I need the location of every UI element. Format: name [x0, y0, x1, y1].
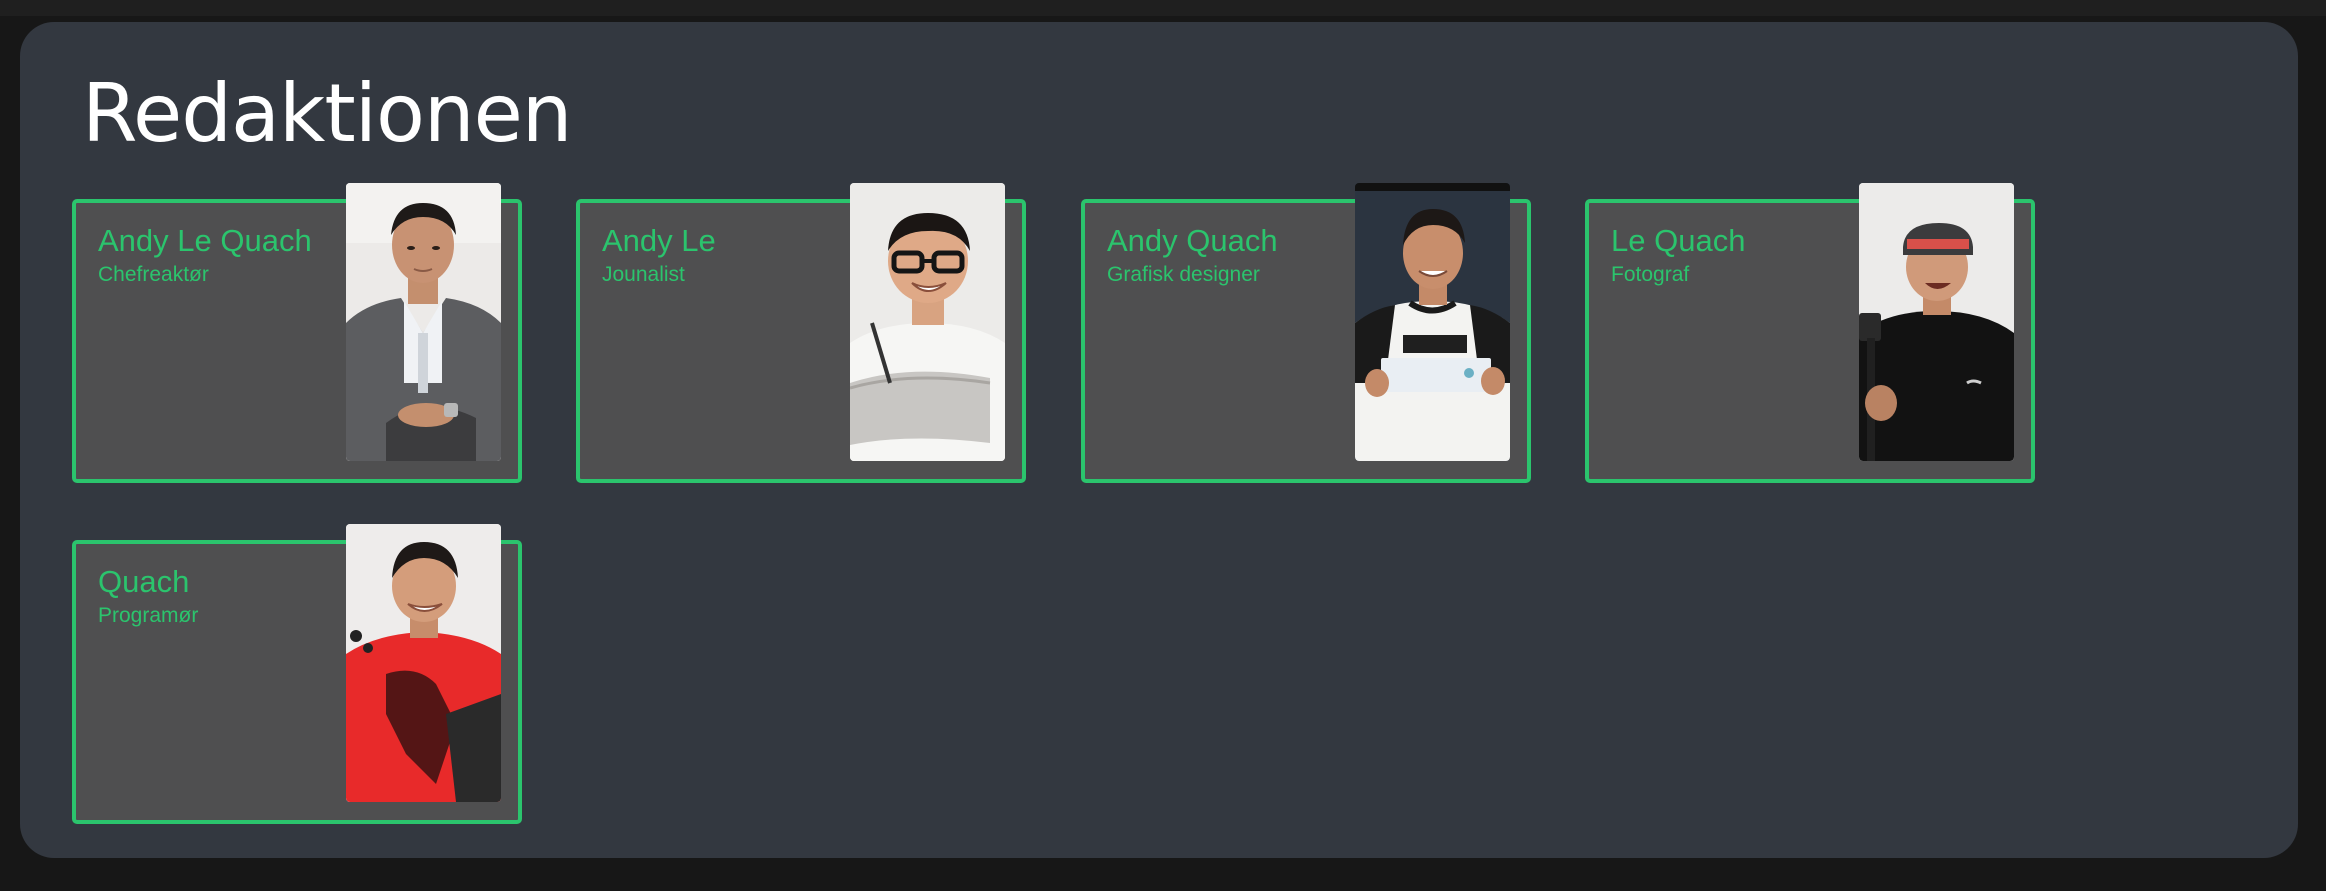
member-role: Fotograf	[1611, 263, 1690, 286]
team-card[interactable]: Le Quach Fotograf	[1585, 183, 2035, 483]
member-role: Jounalist	[602, 263, 685, 286]
member-name: Andy Le	[602, 223, 716, 258]
team-card[interactable]: Andy Quach Grafisk designer	[1081, 183, 1531, 483]
team-grid: Andy Le Quach Chefreaktør Andy Le Jounal…	[20, 22, 2298, 858]
member-photo	[850, 183, 1005, 461]
team-card[interactable]: Andy Le Quach Chefreaktør	[72, 183, 522, 483]
portrait-red-shirt-image	[346, 524, 501, 802]
member-photo	[346, 524, 501, 802]
member-name: Andy Le Quach	[98, 223, 312, 258]
member-photo	[346, 183, 501, 461]
member-role: Grafisk designer	[1107, 263, 1260, 286]
member-name: Andy Quach	[1107, 223, 1278, 258]
portrait-tshirt-image	[1355, 183, 1510, 461]
member-photo	[1859, 183, 2014, 461]
member-name: Quach	[98, 564, 190, 599]
member-name: Le Quach	[1611, 223, 1746, 258]
portrait-suit-image	[346, 183, 501, 461]
team-card[interactable]: Quach Programør	[72, 524, 522, 824]
team-card[interactable]: Andy Le Jounalist	[576, 183, 1026, 483]
member-role: Programør	[98, 604, 199, 627]
team-panel: Redaktionen Andy Le Quach Chefreaktør An…	[20, 22, 2298, 858]
member-role: Chefreaktør	[98, 263, 209, 286]
portrait-cap-image	[1859, 183, 2014, 461]
member-photo	[1355, 183, 1510, 461]
top-strip	[0, 0, 2326, 16]
portrait-glasses-image	[850, 183, 1005, 461]
